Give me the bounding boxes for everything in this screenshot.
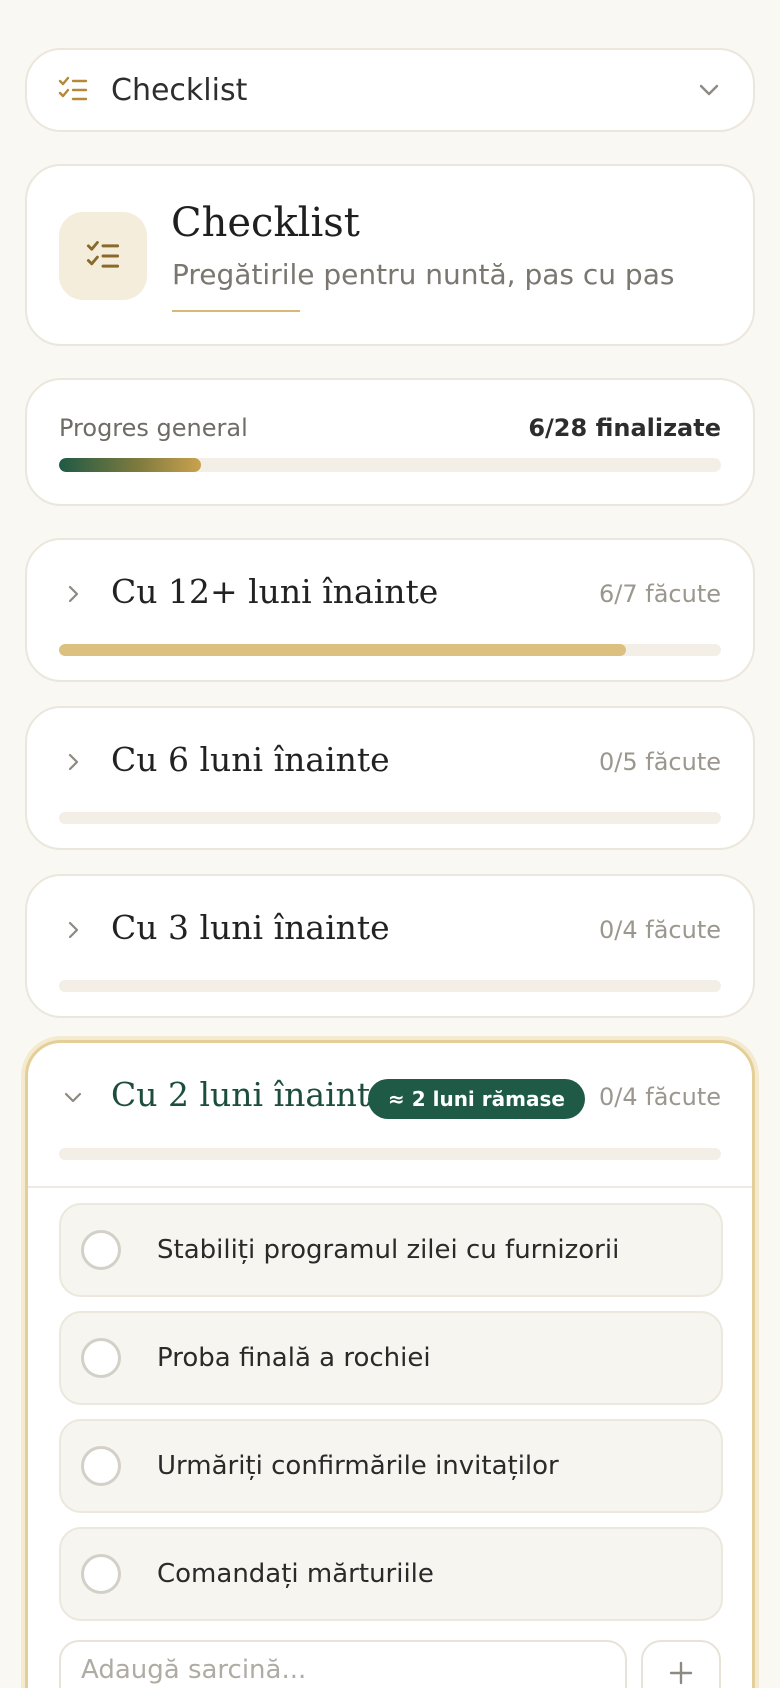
- checklist-icon: [58, 76, 88, 101]
- section-title: Cu 3 luni înainte: [111, 908, 390, 947]
- chevron-right-icon[interactable]: [61, 918, 85, 942]
- section-count: 0/5 făcute: [599, 748, 721, 776]
- task-checkbox[interactable]: [81, 1338, 121, 1378]
- task-item[interactable]: Proba finală a rochiei: [59, 1311, 723, 1405]
- task-label: Proba finală a rochiei: [157, 1343, 431, 1373]
- section-2-months[interactable]: Cu 2 luni înainte ≈ 2 luni rămase 0/4 fă…: [25, 1040, 755, 1688]
- chevron-right-icon[interactable]: [61, 750, 85, 774]
- section-progress-track: [59, 1148, 721, 1160]
- task-item[interactable]: Urmăriți confirmările invitaților: [59, 1419, 723, 1513]
- checklist-icon: [86, 241, 120, 268]
- task-label: Stabiliți programul zilei cu furnizorii: [157, 1235, 620, 1265]
- page-header: Checklist Pregătirile pentru nuntă, pas …: [25, 164, 755, 346]
- task-checkbox[interactable]: [81, 1230, 121, 1270]
- section-divider: [28, 1186, 752, 1188]
- section-title: Cu 2 luni înainte: [111, 1075, 390, 1114]
- add-task-input[interactable]: [59, 1640, 627, 1688]
- header-icon-tile: [59, 212, 147, 300]
- task-item[interactable]: Stabiliți programul zilei cu furnizorii: [59, 1203, 723, 1297]
- section-6-months[interactable]: Cu 6 luni înainte 0/5 făcute: [25, 706, 755, 850]
- section-title: Cu 6 luni înainte: [111, 740, 390, 779]
- task-label: Urmăriți confirmările invitaților: [157, 1451, 559, 1481]
- task-label: Comandați mărturiile: [157, 1559, 434, 1589]
- plus-icon: [669, 1661, 693, 1685]
- section-title: Cu 12+ luni înainte: [111, 572, 439, 611]
- overall-progress-card: Progres general 6/28 finalizate: [25, 378, 755, 506]
- page-title: Checklist: [171, 200, 360, 246]
- selector-label: Checklist: [111, 72, 248, 108]
- progress-count: 6/28 finalizate: [528, 414, 721, 442]
- chevron-down-icon[interactable]: [61, 1085, 85, 1109]
- section-count: 0/4 făcute: [599, 916, 721, 944]
- time-remaining-badge: ≈ 2 luni rămase: [368, 1079, 585, 1119]
- section-progress-track: [59, 980, 721, 992]
- progress-label: Progres general: [59, 414, 248, 442]
- section-count: 0/4 făcute: [599, 1083, 721, 1111]
- task-item[interactable]: Comandați mărturiile: [59, 1527, 723, 1621]
- section-progress-track: [59, 812, 721, 824]
- page-subtitle: Pregătirile pentru nuntă, pas cu pas: [172, 258, 675, 291]
- task-checkbox[interactable]: [81, 1554, 121, 1594]
- section-count: 6/7 făcute: [599, 580, 721, 608]
- progress-track: [59, 458, 721, 472]
- chevron-down-icon[interactable]: [695, 76, 723, 104]
- add-task-row: [59, 1640, 721, 1688]
- section-12-months[interactable]: Cu 12+ luni înainte 6/7 făcute: [25, 538, 755, 682]
- section-progress-fill: [59, 644, 627, 656]
- chevron-right-icon[interactable]: [61, 582, 85, 606]
- progress-fill: [59, 458, 201, 472]
- section-progress-track: [59, 644, 721, 656]
- add-task-button[interactable]: [641, 1640, 721, 1688]
- checklist-selector[interactable]: Checklist: [25, 48, 755, 132]
- task-checkbox[interactable]: [81, 1446, 121, 1486]
- section-3-months[interactable]: Cu 3 luni înainte 0/4 făcute: [25, 874, 755, 1018]
- title-underline: [172, 310, 300, 312]
